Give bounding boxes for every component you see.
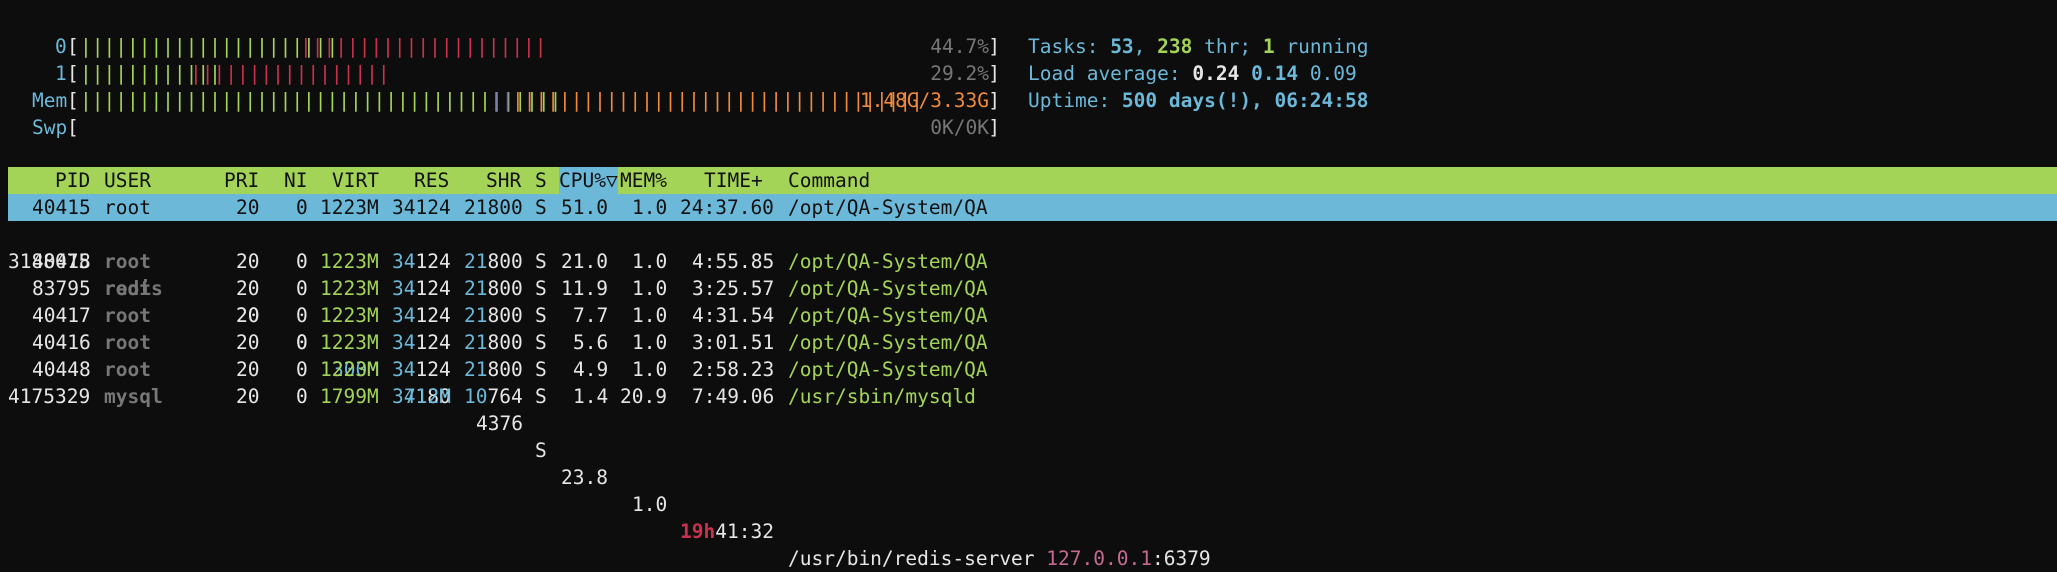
tasks-count: 53 <box>1110 35 1134 58</box>
col-ni[interactable]: NI <box>284 167 307 194</box>
tasks-summary: Tasks: 53, 238 thr; 1 running <box>1028 35 1369 58</box>
load-5min: 0.14 <box>1251 62 1299 85</box>
swap-meter: Swp [ 0K/0K ] <box>32 116 1000 139</box>
table-row[interactable]: 3188075 redis 20 0 300M 34180 4376 S 23.… <box>8 221 2057 572</box>
cpu1-red-bars: ||||||||||||||||| <box>190 62 390 85</box>
col-cpu-sorted[interactable]: CPU%▽ <box>559 167 618 194</box>
mem-label: Mem <box>32 89 68 112</box>
mem-value: 1.48G/3.33G <box>859 89 989 112</box>
cpu0-value: 44.7% <box>930 35 989 58</box>
col-user[interactable]: USER <box>104 167 151 194</box>
load-1min: 0.24 <box>1192 62 1240 85</box>
col-pri[interactable]: PRI <box>224 167 259 194</box>
thread-count: 238 <box>1157 35 1193 58</box>
table-row-selected[interactable]: 40415 root 20 0 1223M 34124 21800 S 51.0… <box>8 194 2057 221</box>
load-15min: 0.09 <box>1309 62 1357 85</box>
uptime-value: 500 days(!), 06:24:58 <box>1121 89 1369 112</box>
swap-value: 0K/0K <box>930 116 989 139</box>
col-command[interactable]: Command <box>788 167 870 194</box>
col-res[interactable]: RES <box>414 167 449 194</box>
cpu0-meter: 0 [ |||||||||||||||||||||| |||||||||||||… <box>55 35 1000 58</box>
mem-meter: Mem [ ||||||||||||||||||||||||||||||||||… <box>32 89 1000 112</box>
cpu1-label: 1 <box>55 62 67 85</box>
running-count: 1 <box>1262 35 1275 58</box>
cpu0-red-bars: ||||||||||||||||||||| <box>300 35 547 58</box>
load-average: Load average: 0.24 0.14 0.09 <box>1028 62 1357 85</box>
col-mem[interactable]: MEM% <box>620 167 667 194</box>
col-virt[interactable]: VIRT <box>332 167 379 194</box>
cpu1-value: 29.2% <box>930 62 989 85</box>
col-shr[interactable]: SHR <box>486 167 521 194</box>
cpu0-label: 0 <box>55 35 67 58</box>
cpu1-meter: 1 [ |||||||||||| ||||||||||||||||| 29.2%… <box>55 62 1000 85</box>
uptime: Uptime: 500 days(!), 06:24:58 <box>1028 89 1369 112</box>
mem-purple-bars: || <box>490 89 514 112</box>
swap-label: Swp <box>32 116 68 139</box>
col-state[interactable]: S <box>535 167 547 194</box>
process-table-header: PID USER PRI NI VIRT RES SHR S CPU%▽ MEM… <box>8 167 2057 194</box>
col-pid[interactable]: PID <box>55 167 90 194</box>
col-time[interactable]: TIME+ <box>704 167 763 194</box>
